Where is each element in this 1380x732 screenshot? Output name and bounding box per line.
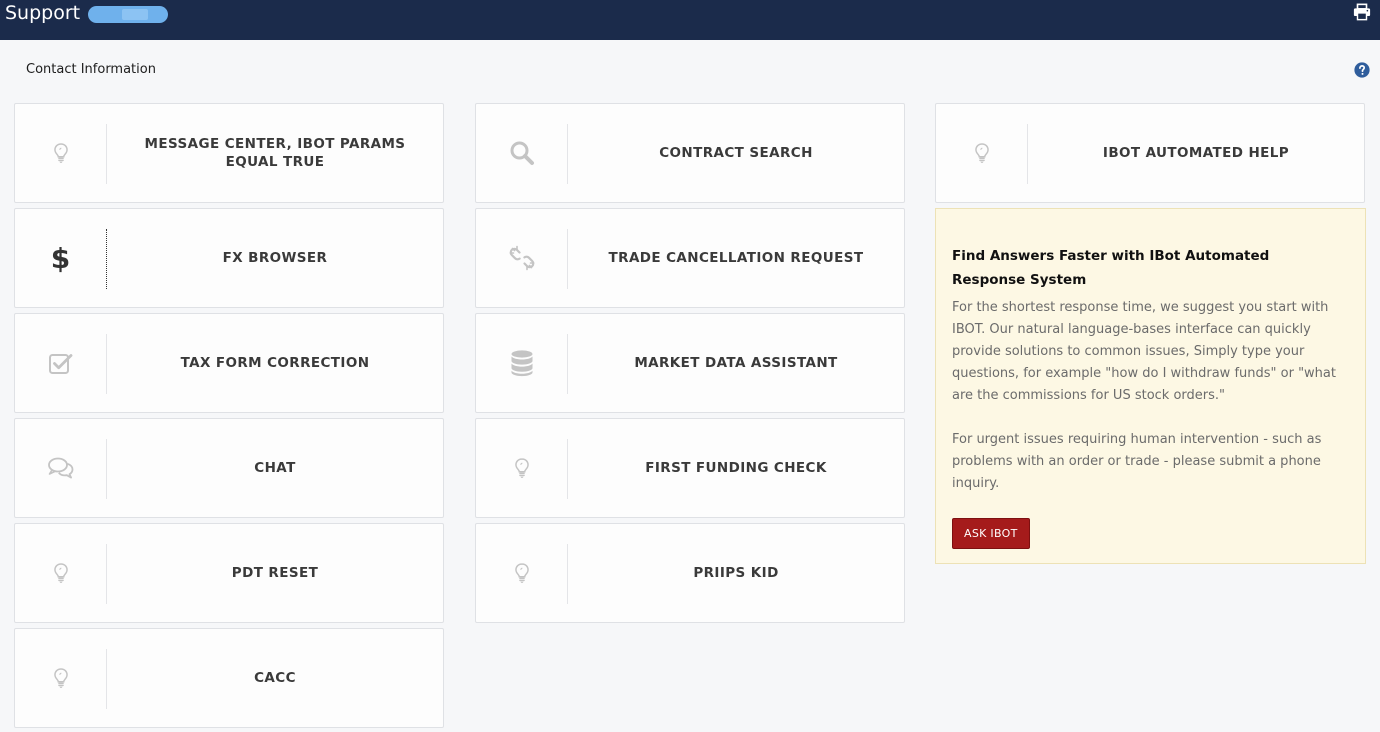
ask-ibot-button[interactable]: ASK IBOT	[952, 518, 1030, 549]
search-icon	[510, 141, 534, 165]
tile-label: TRADE CANCELLATION REQUEST	[608, 250, 864, 266]
panel-paragraph-shortest-response: For the shortest response time, we sugge…	[952, 300, 1336, 403]
tile-message-center[interactable]: MESSAGE CENTER, IBOT PARAMS EQUAL TRUE	[14, 103, 444, 203]
panel-paragraph-urgent-issues: For urgent issues requiring human interv…	[952, 432, 1322, 491]
lightbulb-icon	[50, 666, 72, 690]
question-circle-icon[interactable]	[1354, 62, 1370, 78]
top-bar: Support	[0, 0, 1380, 40]
checkbox-icon	[48, 354, 72, 374]
tile-label: PDT RESET	[231, 565, 319, 581]
tile-label: MARKET DATA ASSISTANT	[634, 355, 838, 371]
chat-bubbles-icon	[47, 457, 73, 479]
account-badge	[88, 6, 168, 23]
tile-pdt-reset[interactable]: PDT RESET	[14, 523, 444, 623]
database-icon	[511, 350, 532, 377]
ibot-info-panel: Find Answers Faster with IBot Automated …	[935, 208, 1366, 564]
lightbulb-icon	[50, 141, 72, 165]
tile-ibot-automated-help[interactable]: IBOT AUTOMATED HELP	[935, 103, 1365, 203]
lightbulb-icon	[50, 561, 72, 585]
printer-icon[interactable]	[1353, 3, 1371, 21]
tile-tax-form-correction[interactable]: TAX FORM CORRECTION	[14, 313, 444, 413]
lightbulb-icon	[971, 141, 993, 165]
lightbulb-icon	[511, 456, 533, 480]
tile-label: FIRST FUNDING CHECK	[645, 460, 827, 476]
tile-label: CHAT	[254, 460, 296, 476]
tile-label: PRIIPS KID	[693, 565, 779, 581]
tile-label: MESSAGE CENTER, IBOT PARAMS EQUAL TRUE	[144, 136, 406, 170]
tile-trade-cancellation[interactable]: TRADE CANCELLATION REQUEST	[475, 208, 905, 308]
tile-priips-kid[interactable]: PRIIPS KID	[475, 523, 905, 623]
tile-label: TAX FORM CORRECTION	[180, 355, 370, 371]
tile-cacc[interactable]: CACC	[14, 628, 444, 728]
section-title: Contact Information	[26, 62, 156, 77]
lightbulb-icon	[511, 561, 533, 585]
tile-chat[interactable]: CHAT	[14, 418, 444, 518]
broken-link-icon	[509, 245, 534, 271]
panel-title: Find Answers Faster with IBot Automated …	[952, 248, 1270, 288]
tile-contract-search[interactable]: CONTRACT SEARCH	[475, 103, 905, 203]
tile-first-funding-check[interactable]: FIRST FUNDING CHECK	[475, 418, 905, 518]
tile-label: IBOT AUTOMATED HELP	[1102, 145, 1290, 161]
tile-label: CONTRACT SEARCH	[659, 145, 813, 161]
tile-label: FX BROWSER	[222, 250, 328, 266]
dollar-icon: $	[50, 241, 71, 275]
tile-market-data-assistant[interactable]: MARKET DATA ASSISTANT	[475, 313, 905, 413]
tile-label: CACC	[254, 670, 296, 686]
page-title: Support	[5, 2, 81, 24]
tile-fx-browser[interactable]: $ FX BROWSER	[14, 208, 444, 308]
